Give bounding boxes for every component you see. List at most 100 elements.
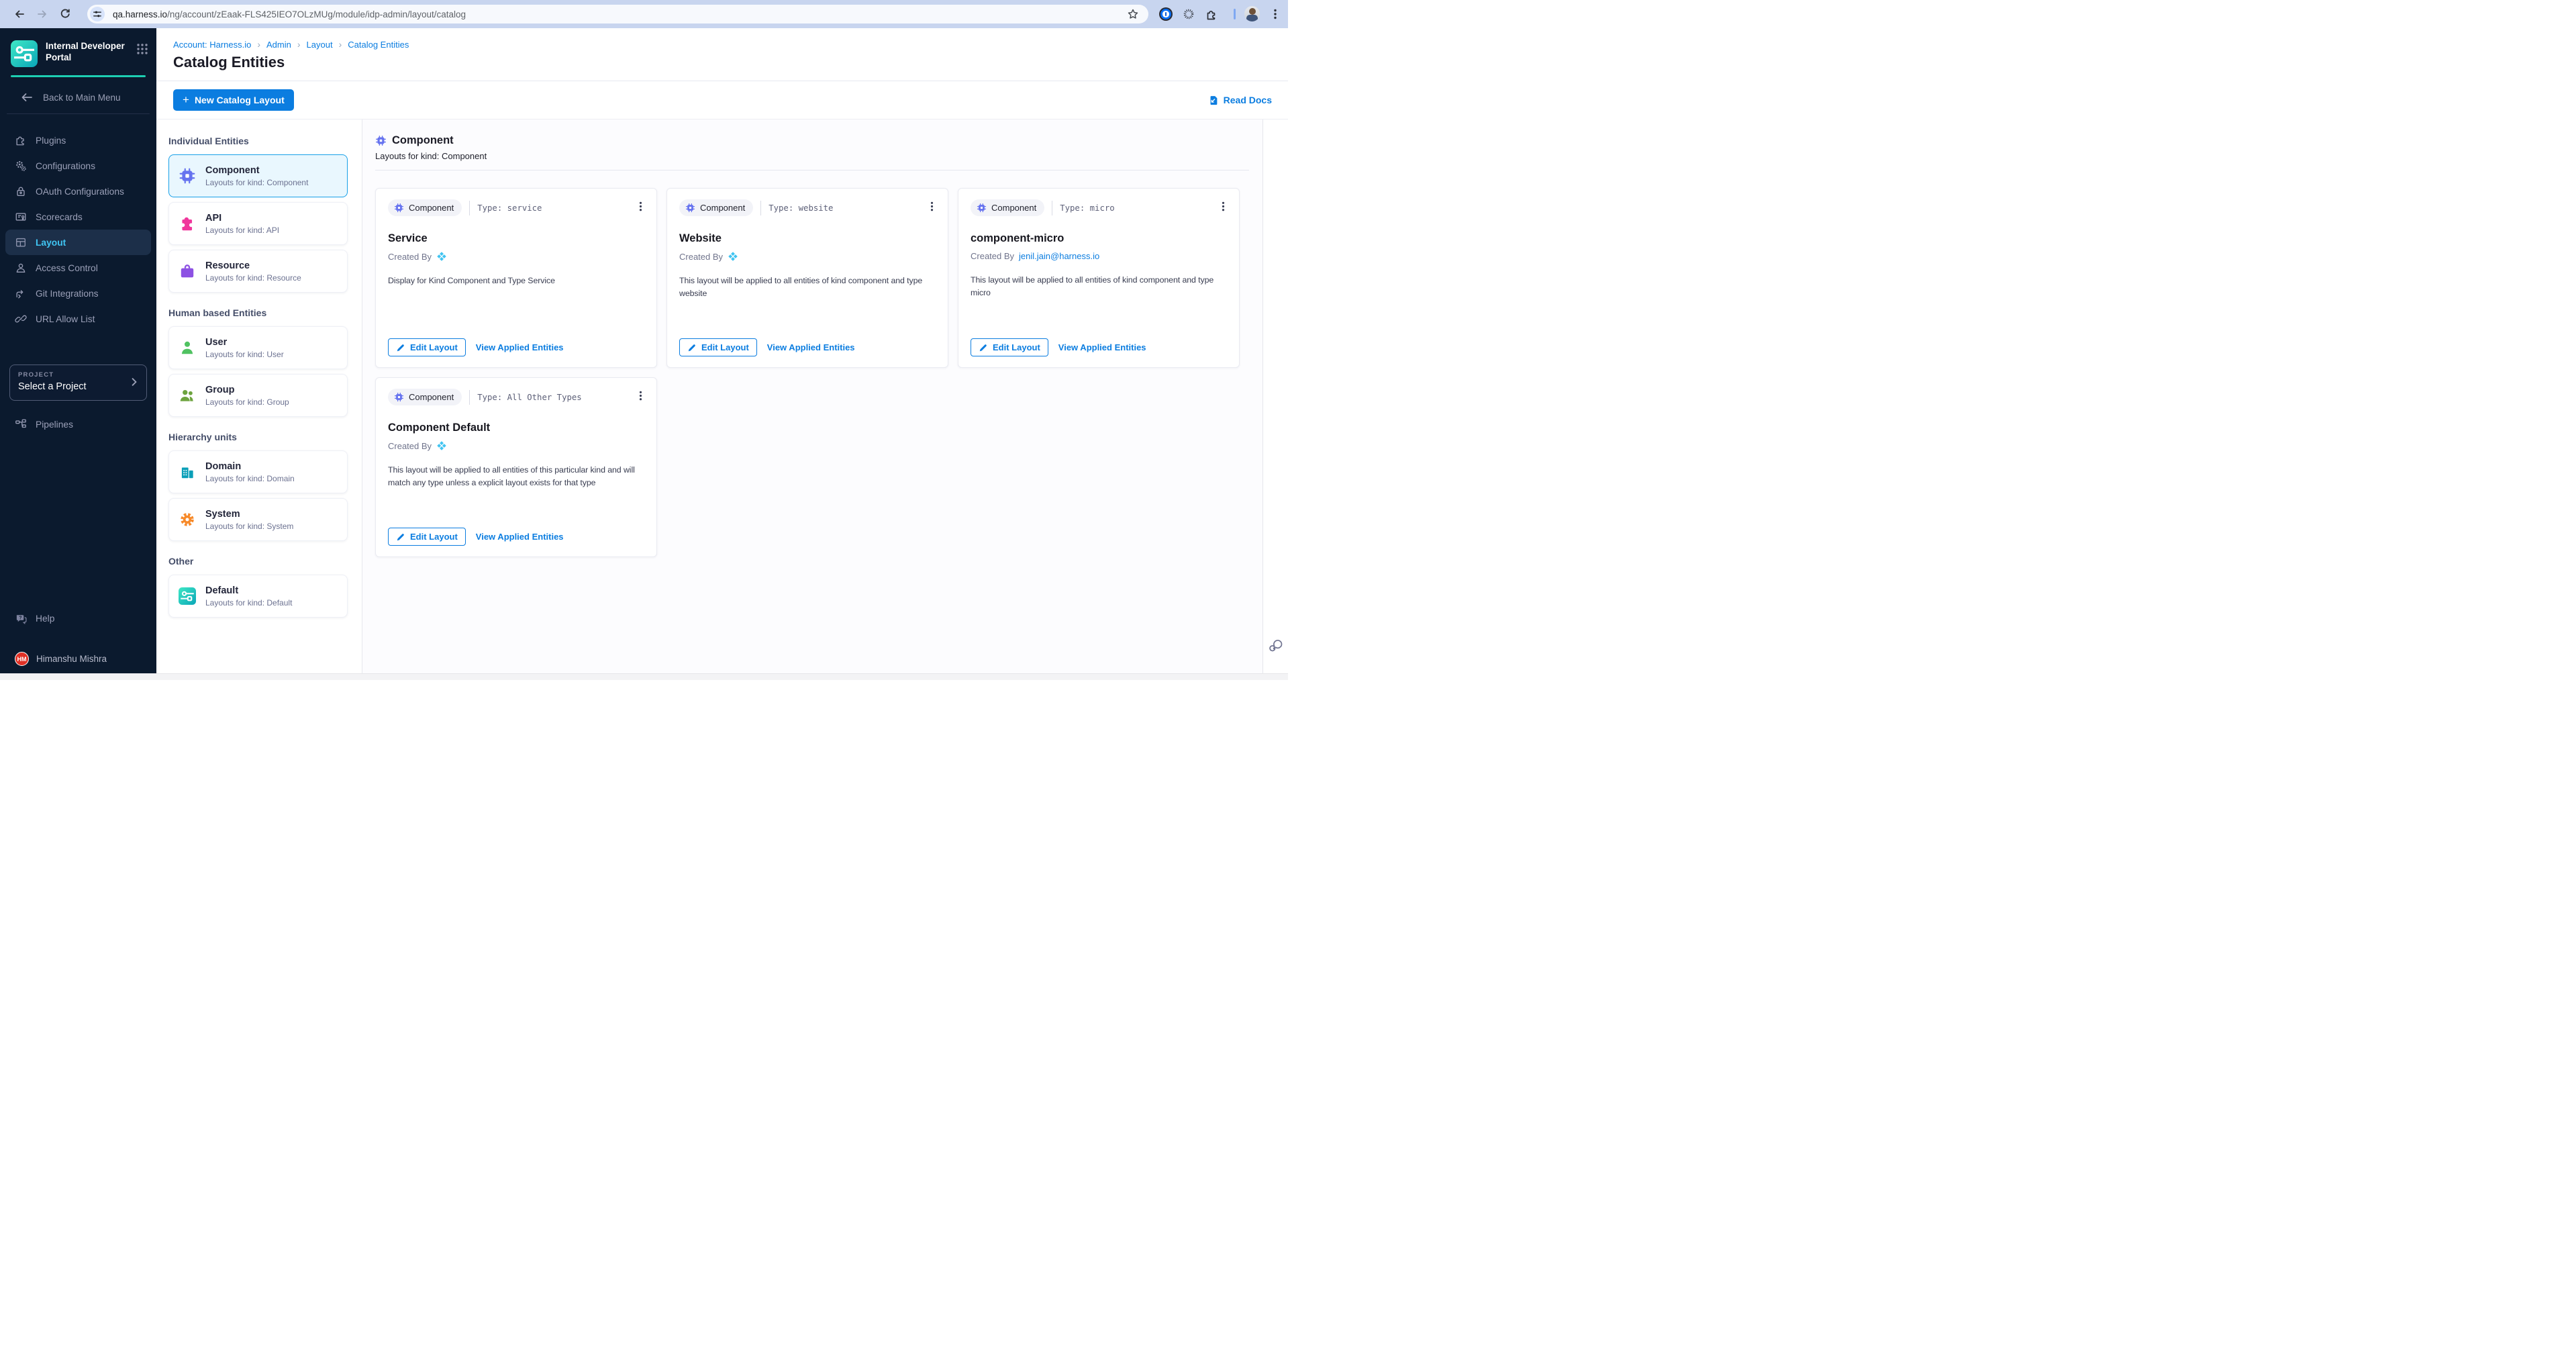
sidebar-item-help[interactable]: ? Help (0, 605, 156, 631)
entity-card-resource[interactable]: ResourceLayouts for kind: Resource (168, 250, 348, 293)
browser-menu-icon[interactable] (1269, 8, 1281, 20)
entity-card-domain[interactable]: DomainLayouts for kind: Domain (168, 450, 348, 493)
chip-icon (685, 203, 695, 213)
building-icon (179, 463, 196, 481)
kind-subtitle: Layouts for kind: Component (375, 151, 1262, 161)
read-docs-icon (1207, 95, 1219, 106)
project-selector[interactable]: PROJECT Select a Project (9, 365, 147, 401)
breadcrumb-link-layout[interactable]: Layout (307, 40, 333, 50)
entity-card-api[interactable]: APILayouts for kind: API (168, 202, 348, 245)
back-to-main-menu[interactable]: Back to Main Menu (20, 87, 156, 108)
entity-card-default[interactable]: Default Layouts for kind: Default (168, 575, 348, 618)
idp-logo (11, 40, 38, 67)
card-actions: Edit Layout View Applied Entities (388, 528, 564, 546)
sidebar-item-oauth-configurations[interactable]: OAuth Configurations (0, 179, 156, 204)
sidebar-item-git-integrations[interactable]: Git Integrations (0, 281, 156, 306)
entity-kind-badge: Component (679, 199, 753, 216)
badge-label: Component (409, 203, 454, 213)
entity-card-user[interactable]: UserLayouts for kind: User (168, 326, 348, 369)
breadcrumb-link-catalog-entities[interactable]: Catalog Entities (348, 40, 409, 50)
entity-kind-badge: Component (388, 199, 462, 216)
sidebar-item-label: Access Control (36, 263, 98, 273)
breadcrumb-link-account-harness-io[interactable]: Account: Harness.io (173, 40, 251, 50)
pipelines-icon (15, 418, 27, 430)
sidebar-item-scorecards[interactable]: Scorecards (0, 204, 156, 230)
kind-title: Component (392, 134, 454, 147)
card-menu-button[interactable] (633, 197, 648, 215)
resource-center-chat-icon[interactable] (1268, 637, 1284, 653)
chevron-right-icon (129, 377, 140, 387)
entity-card-component[interactable]: ComponentLayouts for kind: Component (168, 154, 348, 197)
site-settings-icon[interactable] (90, 7, 105, 21)
entity-card-name: Default (205, 585, 292, 596)
layout-type-label: Type: All Other Types (477, 393, 581, 402)
view-applied-entities-link[interactable]: View Applied Entities (476, 532, 564, 542)
module-grid-icon[interactable] (136, 43, 148, 55)
bookmark-star-icon[interactable] (1127, 8, 1139, 20)
idp-logo-icon (179, 587, 196, 605)
breadcrumb-link-admin[interactable]: Admin (266, 40, 291, 50)
kebab-icon (635, 390, 646, 401)
entity-card-system[interactable]: SystemLayouts for kind: System (168, 498, 348, 541)
sidebar-item-access-control[interactable]: Access Control (0, 255, 156, 281)
user-menu[interactable]: HM Himanshu Mishra (15, 652, 107, 666)
card-menu-button[interactable] (924, 197, 939, 215)
entity-card-group[interactable]: GroupLayouts for kind: Group (168, 374, 348, 417)
entity-card-subtitle: Layouts for kind: API (205, 226, 279, 235)
browser-reload-button[interactable] (54, 3, 77, 26)
onepassword-extension-icon[interactable] (1159, 7, 1173, 21)
badge-label: Component (409, 392, 454, 402)
new-catalog-layout-button[interactable]: + New Catalog Layout (173, 89, 294, 111)
entity-list: Individual Entities ComponentLayouts for… (156, 119, 362, 673)
card-menu-button[interactable] (1216, 197, 1230, 215)
browser-back-button[interactable] (8, 3, 31, 26)
layout-type-label: Type: website (769, 203, 833, 213)
entity-card-text: UserLayouts for kind: User (205, 337, 284, 359)
chip-icon (179, 167, 196, 185)
edit-layout-button[interactable]: Edit Layout (971, 338, 1048, 356)
gear-icon (179, 511, 196, 528)
entity-card-subtitle: Layouts for kind: Domain (205, 474, 295, 483)
browser-profile-avatar[interactable] (1244, 6, 1260, 21)
browser-forward-button[interactable] (31, 3, 54, 26)
badge-label: Component (700, 203, 745, 213)
card-actions: Edit Layout View Applied Entities (679, 338, 855, 356)
kind-divider (375, 170, 1249, 171)
entity-section-title-other: Other (168, 556, 348, 567)
s-link-icon (15, 313, 27, 325)
created-by-row: Created By (679, 251, 936, 262)
address-bar[interactable]: qa.harness.io/ng/account/zEaak-FLS425IEO… (87, 5, 1148, 23)
product-title: Internal Developer Portal (46, 40, 125, 63)
layout-cards-grid: ComponentType: serviceServiceCreated ByD… (375, 188, 1249, 557)
view-applied-entities-link[interactable]: View Applied Entities (1058, 342, 1146, 352)
sidebar-item-layout[interactable]: Layout (5, 230, 151, 255)
plus-icon: + (183, 93, 189, 107)
entity-card-subtitle: Layouts for kind: Default (205, 598, 292, 608)
sidebar-item-pipelines[interactable]: Pipelines (0, 411, 156, 437)
sidebar-item-url-allow-list[interactable]: URL Allow List (0, 306, 156, 332)
layout-type-label: Type: micro (1060, 203, 1114, 213)
project-value: Select a Project (18, 381, 138, 392)
sidebar-item-label: Scorecards (36, 212, 83, 222)
extensions-puzzle-icon[interactable] (1205, 8, 1218, 20)
entity-card-text: ComponentLayouts for kind: Component (205, 165, 308, 187)
edit-layout-button[interactable]: Edit Layout (679, 338, 757, 356)
sidebar-item-plugins[interactable]: Plugins (0, 128, 156, 153)
entity-card-name: Group (205, 385, 289, 395)
sidebar-item-label: URL Allow List (36, 314, 95, 324)
creator-link[interactable]: jenil.jain@harness.io (1019, 251, 1099, 261)
sidebar: Internal Developer Portal Back to Main M… (0, 28, 156, 673)
entity-card-subtitle: Layouts for kind: Component (205, 178, 308, 187)
edit-layout-button[interactable]: Edit Layout (388, 338, 466, 356)
view-applied-entities-link[interactable]: View Applied Entities (767, 342, 855, 352)
card-menu-button[interactable] (633, 387, 648, 404)
view-applied-entities-link[interactable]: View Applied Entities (476, 342, 564, 352)
sidebar-item-configurations[interactable]: Configurations (0, 153, 156, 179)
page-header: Account: Harness.io›Admin›Layout›Catalog… (156, 28, 1288, 81)
edit-layout-button[interactable]: Edit Layout (388, 528, 466, 546)
starburst-extension-icon[interactable] (1183, 8, 1195, 20)
read-docs-link[interactable]: Read Docs (1207, 95, 1272, 106)
edit-layout-label: Edit Layout (701, 342, 749, 352)
card-badge-row: Component Type: website (679, 199, 936, 216)
entity-card-text: GroupLayouts for kind: Group (205, 385, 289, 407)
